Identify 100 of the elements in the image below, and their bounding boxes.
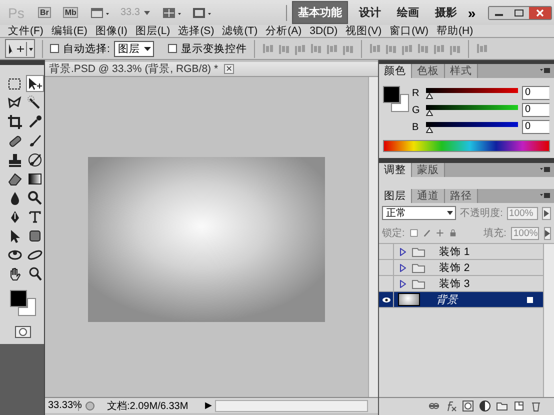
- quick-mask-icon[interactable]: [15, 326, 31, 338]
- menu-item[interactable]: 视图(V): [342, 25, 386, 37]
- expand-triangle-icon[interactable]: [400, 264, 406, 272]
- arrange-icon[interactable]: [162, 6, 184, 20]
- layer-row[interactable]: 装饰 2: [379, 260, 543, 276]
- target-dropdown[interactable]: 图层: [114, 40, 154, 56]
- mini-bridge-button[interactable]: Mb: [62, 7, 78, 18]
- menu-item[interactable]: 文件(F): [4, 25, 48, 37]
- expand-triangle-icon[interactable]: [400, 280, 406, 288]
- lasso-icon[interactable]: [6, 94, 24, 111]
- channel-slider[interactable]: [426, 104, 518, 116]
- horizontal-scrollbar[interactable]: [214, 400, 368, 412]
- layer-name[interactable]: 背景: [436, 292, 458, 306]
- caret-icon[interactable]: [144, 10, 150, 14]
- checkbox-label: 自动选择:: [63, 42, 110, 56]
- close-icon[interactable]: [529, 6, 551, 18]
- menu-item[interactable]: 图像(I): [91, 25, 132, 37]
- caret-icon: [26, 42, 34, 56]
- menu-item[interactable]: 图层(L): [131, 25, 174, 37]
- channel-label: G: [412, 104, 421, 116]
- background-color-swatch[interactable]: [18, 298, 36, 316]
- type-icon[interactable]: [26, 208, 44, 225]
- menu-item[interactable]: 分析(A): [262, 25, 306, 37]
- folder-icon: [412, 278, 425, 288]
- background-color-swatch[interactable]: [391, 94, 409, 112]
- panel-tab[interactable]: 颜色: [379, 64, 412, 78]
- document-tab[interactable]: 背景.PSD @ 33.3% (背景, RGB/8) *: [45, 62, 222, 76]
- lock-move-icon[interactable]: [436, 227, 444, 239]
- tool-preset-picker[interactable]: [5, 39, 35, 58]
- status-icon: [83, 400, 97, 412]
- channel-value-field[interactable]: 0: [522, 120, 550, 134]
- frame-icon[interactable]: [192, 6, 214, 20]
- layer-name[interactable]: 装饰 1: [439, 244, 470, 258]
- status-menu-arrow[interactable]: ▶: [205, 400, 212, 411]
- foreground-color-swatch[interactable]: [383, 86, 400, 103]
- vertical-scrollbar[interactable]: [368, 77, 378, 397]
- channel-value-field[interactable]: 0: [522, 86, 550, 100]
- move-icon: [6, 42, 26, 56]
- opacity-label: 不透明度:: [460, 206, 503, 220]
- adjustment-icon[interactable]: [479, 400, 491, 412]
- panel-menu-icon[interactable]: [540, 68, 550, 74]
- brush-icon[interactable]: [26, 151, 44, 168]
- workspace-tab[interactable]: 摄影: [430, 2, 462, 23]
- channel-slider[interactable]: [426, 121, 518, 133]
- menu-item[interactable]: 3D(D): [306, 25, 342, 37]
- channel-value-field[interactable]: 0: [522, 103, 550, 117]
- menu-item[interactable]: 选择(S): [174, 25, 218, 37]
- panel-menu-icon[interactable]: [540, 193, 550, 199]
- layer-name[interactable]: 装饰 2: [439, 260, 470, 274]
- arrow-button[interactable]: [544, 226, 551, 240]
- maximize-icon[interactable]: [509, 6, 529, 18]
- layer-name[interactable]: 装饰 3: [439, 276, 470, 290]
- layers-scrollbar[interactable]: [543, 244, 554, 397]
- lock-transparency-icon[interactable]: [410, 227, 418, 239]
- menu-item[interactable]: 滤镜(T): [218, 25, 262, 37]
- lock-label: 锁定:: [382, 226, 405, 240]
- checkbox-label: 显示变换控件: [180, 42, 247, 56]
- checkbox[interactable]: [50, 44, 59, 53]
- menu-item[interactable]: 帮助(H): [432, 25, 478, 37]
- workspace-tab[interactable]: 基本功能: [292, 1, 348, 24]
- dodge-icon[interactable]: [26, 189, 44, 206]
- fx-icon[interactable]: [445, 400, 457, 412]
- panel-tab[interactable]: 样式: [445, 64, 478, 78]
- menu-item[interactable]: 窗口(W): [386, 25, 433, 37]
- blend-mode-dropdown[interactable]: 正常: [382, 206, 456, 220]
- bridge-button[interactable]: Br: [38, 7, 51, 18]
- minimize-icon[interactable]: [489, 6, 509, 18]
- crop-icon[interactable]: [6, 113, 24, 130]
- channel-label: R: [412, 88, 420, 98]
- stamp-icon[interactable]: [6, 151, 24, 168]
- close-tab-button[interactable]: ×: [224, 64, 234, 74]
- arrow-button[interactable]: [542, 206, 551, 220]
- move-icon[interactable]: [26, 75, 44, 92]
- trash-icon[interactable]: [530, 400, 542, 412]
- layer-row[interactable]: 背景: [379, 292, 543, 308]
- lock-brush-icon[interactable]: [422, 227, 431, 239]
- panel-tab[interactable]: 图层: [379, 189, 412, 203]
- panel-tab[interactable]: 色板: [412, 64, 445, 78]
- checkbox[interactable]: [168, 44, 177, 53]
- zoom-field[interactable]: 33.33%: [45, 400, 79, 411]
- folder-icon[interactable]: [496, 400, 508, 412]
- panel-tab[interactable]: 通道: [412, 189, 445, 203]
- channel-slider[interactable]: [426, 87, 518, 99]
- panel-tab[interactable]: 蒙版: [412, 163, 445, 177]
- workspace-tab[interactable]: 绘画: [392, 2, 424, 23]
- workspace-tab[interactable]: 设计: [354, 2, 386, 23]
- new-layer-icon[interactable]: [513, 400, 525, 412]
- layer-row[interactable]: 装饰 1: [379, 244, 543, 260]
- channel-label: B: [412, 122, 420, 132]
- color-spectrum[interactable]: [383, 140, 550, 152]
- menu-item[interactable]: 编辑(E): [47, 25, 92, 37]
- folder-icon: [412, 246, 425, 256]
- panel-tab[interactable]: 调整: [379, 163, 412, 177]
- more-workspaces[interactable]: »: [468, 4, 476, 20]
- expand-triangle-icon[interactable]: [400, 248, 406, 256]
- mask-icon[interactable]: [462, 400, 474, 412]
- panel-tab[interactable]: 路径: [445, 189, 478, 203]
- fill-label: 填充:: [484, 226, 506, 240]
- foreground-color-swatch[interactable]: [10, 290, 27, 307]
- panel-menu-icon[interactable]: [540, 167, 550, 173]
